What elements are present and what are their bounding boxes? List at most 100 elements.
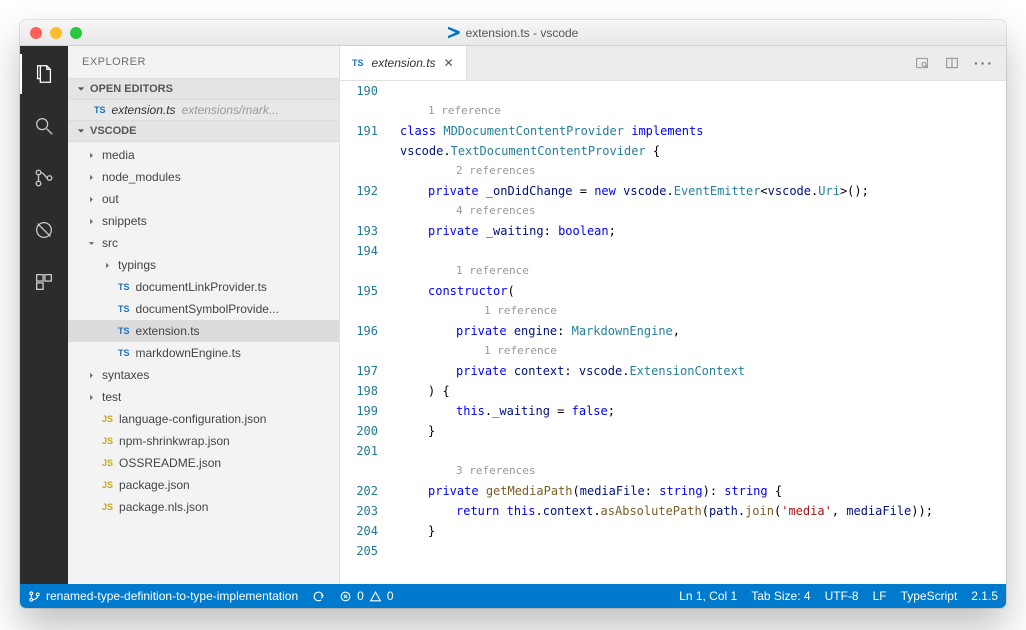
editor-actions: ··· bbox=[902, 46, 1006, 80]
window-title-text: extension.ts - vscode bbox=[466, 26, 579, 40]
line-number: 199 bbox=[340, 401, 378, 421]
project-label: VSCODE bbox=[90, 125, 136, 137]
editor-area: TS extension.ts ✕ ··· 190.191..192.19319… bbox=[340, 46, 1006, 584]
code-line bbox=[400, 541, 1006, 561]
folder-row[interactable]: typings bbox=[68, 254, 339, 276]
status-problems[interactable]: 0 0 bbox=[339, 589, 393, 603]
open-editor-hint: extensions/mark... bbox=[182, 103, 279, 117]
codelens[interactable]: 1 reference bbox=[400, 341, 1006, 361]
chevron-right-icon bbox=[86, 174, 96, 181]
line-number: 205 bbox=[340, 541, 378, 561]
folder-row[interactable]: syntaxes bbox=[68, 364, 339, 386]
code-line: vscode.TextDocumentContentProvider { bbox=[400, 141, 1006, 161]
git-branch-icon bbox=[28, 590, 41, 603]
zoom-window-button[interactable] bbox=[70, 27, 82, 39]
open-editor-item[interactable]: TS extension.ts extensions/mark... bbox=[68, 100, 339, 120]
file-row[interactable]: JSnpm-shrinkwrap.json bbox=[68, 430, 339, 452]
error-count: 0 bbox=[357, 589, 364, 603]
tree-item-label: src bbox=[102, 236, 118, 250]
line-number: . bbox=[340, 201, 378, 221]
tree-item-label: package.nls.json bbox=[119, 500, 208, 514]
status-branch[interactable]: renamed-type-definition-to-type-implemen… bbox=[28, 589, 298, 603]
search-icon bbox=[33, 115, 55, 137]
file-row[interactable]: TSdocumentLinkProvider.ts bbox=[68, 276, 339, 298]
folder-row[interactable]: node_modules bbox=[68, 166, 339, 188]
close-window-button[interactable] bbox=[30, 27, 42, 39]
chevron-down-icon bbox=[86, 240, 96, 247]
chevron-down-icon bbox=[76, 126, 86, 136]
preview-icon[interactable] bbox=[914, 55, 930, 71]
close-icon[interactable]: ✕ bbox=[444, 56, 454, 70]
codelens[interactable]: 1 reference bbox=[400, 101, 1006, 121]
warning-count: 0 bbox=[387, 589, 394, 603]
activity-bar bbox=[20, 46, 68, 584]
code-content[interactable]: 1 referenceclass MDDocumentContentProvid… bbox=[396, 81, 1006, 584]
vscode-icon bbox=[448, 27, 460, 39]
line-number: 195 bbox=[340, 281, 378, 301]
codelens[interactable]: 1 reference bbox=[400, 261, 1006, 281]
project-header[interactable]: VSCODE bbox=[68, 120, 339, 142]
git-icon bbox=[33, 167, 55, 189]
extensions-icon bbox=[33, 271, 55, 293]
activity-debug[interactable] bbox=[20, 210, 68, 250]
tree-item-label: out bbox=[102, 192, 119, 206]
code-line: this._waiting = false; bbox=[400, 401, 1006, 421]
status-encoding[interactable]: UTF-8 bbox=[825, 589, 859, 603]
line-number: 194 bbox=[340, 241, 378, 261]
code-line: class MDDocumentContentProvider implemen… bbox=[400, 121, 1006, 141]
folder-row[interactable]: src bbox=[68, 232, 339, 254]
folder-row[interactable]: media bbox=[68, 144, 339, 166]
status-tabsize[interactable]: Tab Size: 4 bbox=[751, 589, 810, 603]
file-row[interactable]: JSpackage.json bbox=[68, 474, 339, 496]
tree-item-label: media bbox=[102, 148, 135, 162]
codelens[interactable]: 4 references bbox=[400, 201, 1006, 221]
activity-source-control[interactable] bbox=[20, 158, 68, 198]
open-editors-header[interactable]: OPEN EDITORS bbox=[68, 78, 339, 100]
minimize-window-button[interactable] bbox=[50, 27, 62, 39]
more-actions-icon[interactable]: ··· bbox=[974, 55, 994, 71]
chevron-right-icon bbox=[86, 218, 96, 225]
status-version[interactable]: 2.1.5 bbox=[971, 589, 998, 603]
tree-item-label: language-configuration.json bbox=[119, 412, 266, 426]
activity-extensions[interactable] bbox=[20, 262, 68, 302]
status-eol[interactable]: LF bbox=[873, 589, 887, 603]
activity-explorer[interactable] bbox=[20, 54, 68, 94]
code-line: } bbox=[400, 521, 1006, 541]
error-icon bbox=[339, 590, 352, 603]
line-number: . bbox=[340, 161, 378, 181]
file-row[interactable]: JSpackage.nls.json bbox=[68, 496, 339, 518]
codelens[interactable]: 2 references bbox=[400, 161, 1006, 181]
tree-item-label: snippets bbox=[102, 214, 147, 228]
ts-file-icon: TS bbox=[118, 282, 130, 292]
activity-search[interactable] bbox=[20, 106, 68, 146]
file-row[interactable]: TSmarkdownEngine.ts bbox=[68, 342, 339, 364]
warning-icon bbox=[369, 590, 382, 603]
line-number: 191 bbox=[340, 121, 378, 141]
file-row[interactable]: TSdocumentSymbolProvide... bbox=[68, 298, 339, 320]
code-line bbox=[400, 81, 1006, 101]
status-language[interactable]: TypeScript bbox=[901, 589, 958, 603]
chevron-right-icon bbox=[86, 372, 96, 379]
status-sync[interactable] bbox=[312, 590, 325, 603]
codelens[interactable]: 1 reference bbox=[400, 301, 1006, 321]
file-row[interactable]: JSOSSREADME.json bbox=[68, 452, 339, 474]
line-number: 198 bbox=[340, 381, 378, 401]
file-row[interactable]: TSextension.ts bbox=[68, 320, 339, 342]
status-linecol[interactable]: Ln 1, Col 1 bbox=[679, 589, 737, 603]
line-number: . bbox=[340, 101, 378, 121]
codelens[interactable]: 3 references bbox=[400, 461, 1006, 481]
side-bar: EXPLORER OPEN EDITORS TS extension.ts ex… bbox=[68, 46, 340, 584]
tree-item-label: typings bbox=[118, 258, 156, 272]
folder-row[interactable]: out bbox=[68, 188, 339, 210]
split-editor-icon[interactable] bbox=[944, 55, 960, 71]
tab-extension-ts[interactable]: TS extension.ts ✕ bbox=[340, 46, 467, 80]
folder-row[interactable]: test bbox=[68, 386, 339, 408]
ts-file-icon: TS bbox=[352, 58, 364, 68]
file-tree[interactable]: media node_modulesout snippets srctypings TS… bbox=[68, 142, 339, 584]
line-number: 203 bbox=[340, 501, 378, 521]
code-editor[interactable]: 190.191..192.193194.195.196.197198199200… bbox=[340, 81, 1006, 584]
folder-row[interactable]: snippets bbox=[68, 210, 339, 232]
js-file-icon: JS bbox=[102, 480, 113, 490]
file-row[interactable]: JSlanguage-configuration.json bbox=[68, 408, 339, 430]
code-line: private context: vscode.ExtensionContext bbox=[400, 361, 1006, 381]
